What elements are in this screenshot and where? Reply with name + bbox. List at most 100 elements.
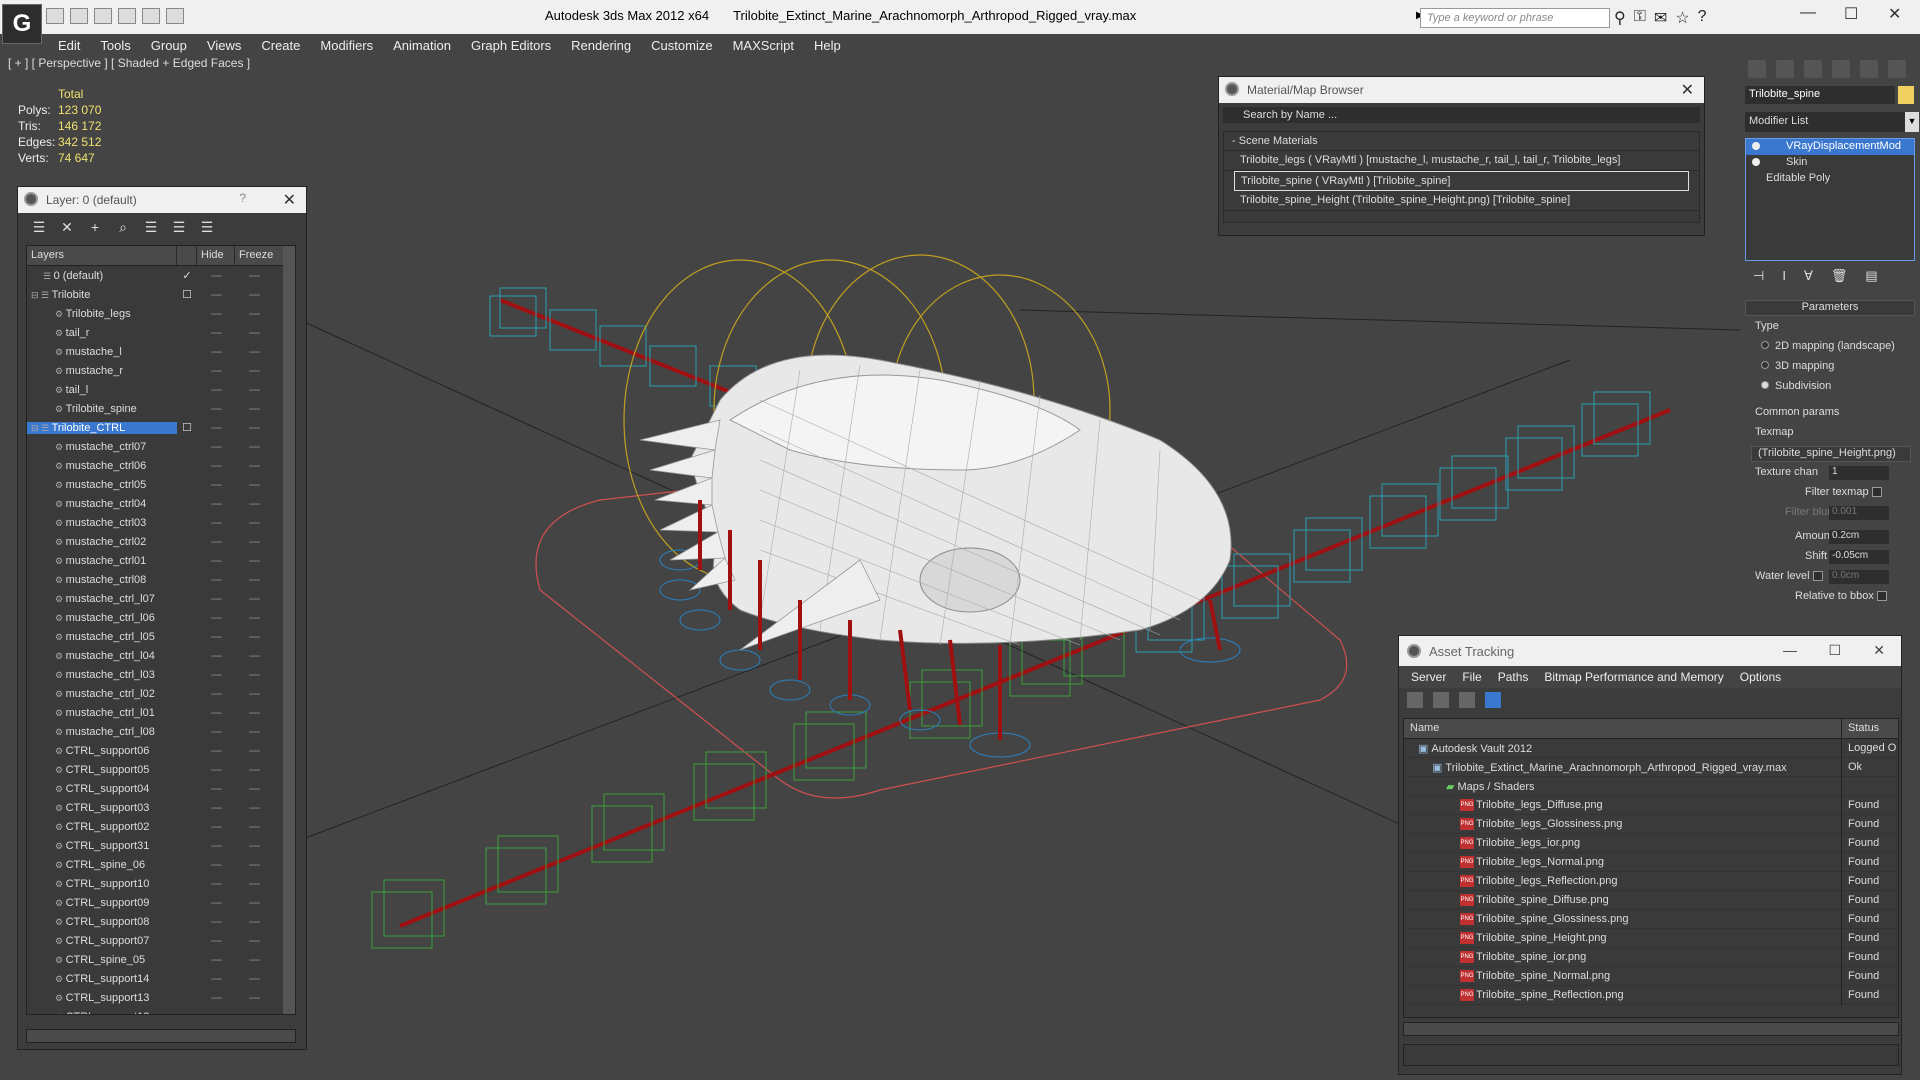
freeze-toggle[interactable]: ---- — [235, 346, 273, 358]
amount-spinner[interactable]: 0.2cm — [1829, 530, 1889, 544]
hide-toggle[interactable]: ---- — [197, 992, 235, 1004]
hide-toggle[interactable]: ---- — [197, 707, 235, 719]
col-freeze[interactable]: Freeze — [235, 246, 283, 265]
menu-item-modifiers[interactable]: Modifiers — [310, 34, 383, 56]
select-objects-icon[interactable]: ⌕ — [114, 219, 132, 235]
hide-toggle[interactable]: ---- — [197, 840, 235, 852]
hide-toggle[interactable]: ---- — [197, 745, 235, 757]
hide-toggle[interactable]: ---- — [197, 422, 235, 434]
menu-item-group[interactable]: Group — [141, 34, 197, 56]
freeze-toggle[interactable]: ---- — [235, 859, 273, 871]
communication-icon[interactable]: ✉ — [1654, 8, 1667, 28]
freeze-toggle[interactable]: ---- — [235, 555, 273, 567]
motion-tab-icon[interactable] — [1832, 60, 1850, 78]
hide-toggle[interactable]: ---- — [197, 859, 235, 871]
hide-toggle[interactable]: ---- — [197, 517, 235, 529]
relative-bbox-row[interactable]: Relative to bbox — [1745, 590, 1915, 606]
maximize-icon[interactable]: ☐ — [1828, 642, 1841, 659]
asset-tracking-titlebar[interactable]: Asset Tracking — ☐ ✕ — [1399, 636, 1901, 666]
close-icon[interactable]: ✕ — [1888, 4, 1901, 24]
display-tab-icon[interactable] — [1860, 60, 1878, 78]
asset-menu-server[interactable]: Server — [1403, 666, 1454, 688]
current-layer-marker[interactable]: ☐ — [177, 421, 197, 434]
texmap-button[interactable]: (Trilobite_spine_Height.png) — [1751, 446, 1911, 462]
minimize-icon[interactable]: — — [1800, 4, 1816, 22]
freeze-toggle[interactable]: ---- — [235, 897, 273, 909]
minimize-icon[interactable]: — — [1783, 642, 1797, 658]
parameters-header[interactable]: Parameters — [1745, 300, 1915, 316]
pin-stack-icon[interactable]: ⊣ — [1753, 268, 1764, 288]
freeze-toggle[interactable]: ---- — [235, 821, 273, 833]
hide-all-icon[interactable]: ☰ — [170, 219, 188, 235]
redo-icon[interactable] — [166, 8, 184, 24]
close-icon[interactable]: ✕ — [1873, 642, 1885, 659]
material-item[interactable]: Trilobite_spine ( VRayMtl ) [Trilobite_s… — [1234, 171, 1689, 191]
maximize-icon[interactable]: ☐ — [1844, 4, 1858, 24]
freeze-toggle[interactable]: ---- — [235, 365, 273, 377]
asset-row[interactable]: PNG Trilobite_spine_Glossiness.png Found — [1404, 909, 1898, 929]
asset-row[interactable]: PNG Trilobite_legs_Normal.png Found — [1404, 852, 1898, 872]
freeze-toggle[interactable]: ---- — [235, 764, 273, 776]
list-view-icon[interactable] — [1433, 692, 1449, 708]
freeze-toggle[interactable]: ---- — [235, 327, 273, 339]
hide-toggle[interactable]: ---- — [197, 650, 235, 662]
new-file-icon[interactable] — [94, 8, 112, 24]
asset-menu-file[interactable]: File — [1454, 666, 1489, 688]
hide-toggle[interactable]: ---- — [197, 479, 235, 491]
close-icon[interactable]: ✕ — [1681, 80, 1694, 100]
radio-2d-mapping[interactable]: 2D mapping (landscape) — [1745, 340, 1915, 356]
asset-row[interactable]: PNG Trilobite_legs_ior.png Found — [1404, 833, 1898, 853]
menu-item-edit[interactable]: Edit — [48, 34, 90, 56]
hide-toggle[interactable]: ---- — [197, 897, 235, 909]
freeze-toggle[interactable]: ---- — [235, 954, 273, 966]
layer-row[interactable]: ⚙ CTRL_support08 ---- ---- — [27, 912, 295, 931]
current-layer-marker[interactable]: ☐ — [177, 288, 197, 301]
hide-toggle[interactable]: ---- — [197, 821, 235, 833]
current-layer-marker[interactable]: ✓ — [177, 269, 197, 282]
hierarchy-tab-icon[interactable] — [1804, 60, 1822, 78]
freeze-toggle[interactable]: ---- — [235, 574, 273, 586]
delete-layer-icon[interactable]: ✕ — [58, 219, 76, 235]
layer-row[interactable]: ⊟ ☰ Trilobite_CTRL ☐ ---- ---- — [27, 418, 295, 437]
freeze-toggle[interactable]: ---- — [235, 441, 273, 453]
layer-row[interactable]: ⚙ mustache_r ---- ---- — [27, 361, 295, 380]
freeze-toggle[interactable]: ---- — [235, 536, 273, 548]
undo-icon[interactable] — [142, 8, 160, 24]
freeze-toggle[interactable]: ---- — [235, 802, 273, 814]
layer-row[interactable]: ⚙ CTRL_support14 ---- ---- — [27, 969, 295, 988]
material-search-input[interactable]: Search by Name ... — [1223, 107, 1700, 123]
freeze-toggle[interactable]: ---- — [235, 707, 273, 719]
radio-subdivision[interactable]: Subdivision — [1745, 380, 1915, 396]
hide-toggle[interactable]: ---- — [197, 460, 235, 472]
menu-item-rendering[interactable]: Rendering — [561, 34, 641, 56]
layer-row[interactable]: ⚙ Trilobite_legs ---- ---- — [27, 304, 295, 323]
modify-tab-icon[interactable] — [1776, 60, 1794, 78]
layer-vertical-scrollbar[interactable] — [283, 246, 295, 1014]
freeze-all-icon[interactable]: ☰ — [198, 219, 216, 235]
layer-row[interactable]: ⚙ CTRL_support04 ---- ---- — [27, 779, 295, 798]
lightbulb-icon[interactable] — [1752, 142, 1760, 150]
layer-row[interactable]: ⚙ mustache_ctrl08 ---- ---- — [27, 570, 295, 589]
relative-bbox-checkbox[interactable] — [1876, 591, 1887, 602]
layer-row[interactable]: ⚙ mustache_l ---- ---- — [27, 342, 295, 361]
lightbulb-icon[interactable] — [1752, 158, 1760, 166]
layer-row[interactable]: ⚙ CTRL_support06 ---- ---- — [27, 741, 295, 760]
layer-row[interactable]: ⚙ CTRL_support13 ---- ---- — [27, 988, 295, 1007]
utilities-tab-icon[interactable] — [1888, 60, 1906, 78]
layer-row[interactable]: ⚙ tail_r ---- ---- — [27, 323, 295, 342]
freeze-toggle[interactable]: ---- — [235, 593, 273, 605]
asset-row[interactable]: PNG Trilobite_spine_Height.png Found — [1404, 928, 1898, 948]
layer-row[interactable]: ⚙ mustache_ctrl07 ---- ---- — [27, 437, 295, 456]
hide-toggle[interactable]: ---- — [197, 441, 235, 453]
layer-horizontal-scrollbar[interactable] — [26, 1029, 296, 1043]
remove-modifier-icon[interactable]: 🗑 — [1831, 268, 1848, 288]
make-unique-icon[interactable]: ∀ — [1804, 268, 1813, 288]
material-item[interactable]: Trilobite_spine_Height (Trilobite_spine_… — [1224, 191, 1699, 211]
freeze-toggle[interactable]: ---- — [235, 631, 273, 643]
hide-toggle[interactable]: ---- — [197, 916, 235, 928]
asset-row[interactable]: PNG Trilobite_spine_Diffuse.png Found — [1404, 890, 1898, 910]
freeze-toggle[interactable]: ---- — [235, 479, 273, 491]
modifier-list-dropdown[interactable]: Modifier List — [1745, 112, 1905, 132]
layer-row[interactable]: ⚙ CTRL_support12 -------- — [27, 1007, 295, 1015]
freeze-toggle[interactable]: ---- — [235, 726, 273, 738]
